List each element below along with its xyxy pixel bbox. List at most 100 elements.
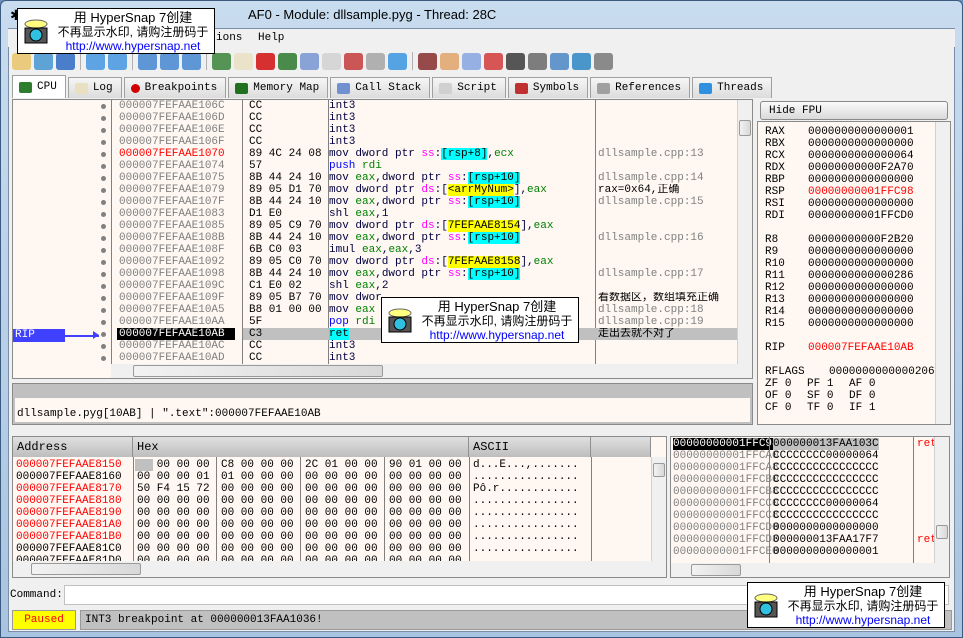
calculator-icon[interactable] — [550, 52, 569, 70]
dump-row[interactable]: 000007FEFAAE81A0 00 00 00 00 00 00 00 00 00… — [13, 519, 738, 531]
disasm-horizontal-scrollbar[interactable] — [111, 364, 752, 378]
register-rflags[interactable]: RFLAGS 0000000000000206 — [765, 366, 935, 378]
menu-help[interactable]: Help — [258, 32, 284, 44]
register-rdx[interactable]: RDX 00000000000F2A70 — [765, 162, 914, 174]
dump-horizontal-scrollbar[interactable] — [13, 561, 666, 577]
register-value[interactable]: 0000000000000000 — [808, 174, 914, 186]
breakpoint-dot-icon[interactable] — [101, 164, 106, 169]
stack-view[interactable]: 00000000001FFC98 000000013FAA103C ret 00000… — [670, 436, 950, 578]
registers-view[interactable]: RAX 0000000000000001 RBX 0000000000000000 RC… — [757, 121, 951, 425]
disasm-row[interactable]: 000007FEFAAE10AC CC int3 — [13, 340, 738, 352]
breakpoint-dot-icon[interactable] — [101, 176, 106, 181]
disasm-row[interactable]: 000007FEFAAE109C C1 E0 02 shl eax,2 — [13, 280, 738, 292]
symbols-icon[interactable] — [344, 52, 363, 70]
disasm-row[interactable]: 000007FEFAAE1085 89 05 C9 70 mov dword ptr… — [13, 220, 738, 232]
disasm-row[interactable]: 000007FEFAAE1074 57 push rdi — [13, 160, 738, 172]
register-value[interactable]: 0000000000000000 — [808, 258, 914, 270]
run-icon[interactable] — [86, 52, 105, 70]
labels-icon[interactable] — [484, 52, 503, 70]
register-value[interactable]: 0000000000000000 — [808, 294, 914, 306]
open-icon[interactable] — [12, 52, 31, 70]
dump-row[interactable]: 000007FEFAAE8190 00 00 00 00 00 00 00 00 00… — [13, 507, 738, 519]
flag-pf[interactable]: PF 1 — [807, 378, 833, 390]
breakpoint-dot-icon[interactable] — [101, 104, 106, 109]
stack-row[interactable]: 00000000001FFCA8 CCCCCCCCCCCCCCCC — [671, 462, 963, 474]
tab-cpu[interactable]: CPU — [12, 75, 66, 98]
stack-row[interactable]: 00000000001FFCB0 CCCCCCCCCCCCCCCC — [671, 474, 963, 486]
step-into-icon[interactable] — [138, 52, 157, 70]
restart-icon[interactable] — [34, 52, 53, 70]
tab-symbols[interactable]: Symbols — [507, 77, 589, 98]
stack-row[interactable]: 00000000001FFCA0 CCCCCCCC00000064 — [671, 450, 963, 462]
register-value[interactable]: 0000000000000000 — [808, 282, 914, 294]
call-stack-icon[interactable] — [300, 52, 319, 70]
globe-icon[interactable] — [572, 52, 591, 70]
disasm-vertical-scrollbar[interactable] — [737, 100, 752, 364]
flag-df[interactable]: DF 0 — [849, 390, 875, 402]
dump-vertical-scrollbar[interactable] — [651, 457, 666, 561]
register-r14[interactable]: R14 0000000000000000 — [765, 306, 914, 318]
stack-row[interactable]: 00000000001FFCC8 CCCCCCCCCCCCCCCC — [671, 510, 963, 522]
pause-icon[interactable] — [108, 52, 127, 70]
flag-af[interactable]: AF 0 — [849, 378, 875, 390]
register-r15[interactable]: R15 0000000000000000 — [765, 318, 914, 330]
register-rip[interactable]: RIP 000007FEFAAE10AB — [765, 342, 914, 354]
register-rsi[interactable]: RSI 0000000000000000 — [765, 198, 914, 210]
flag-of[interactable]: OF 0 — [765, 390, 791, 402]
stack-row[interactable]: 00000000001FFCD8 000000013FAA17F7 ret — [671, 534, 963, 546]
breakpoint-dot-icon[interactable] — [101, 284, 106, 289]
strings-icon[interactable] — [528, 52, 547, 70]
breakpoint-dot-icon[interactable] — [101, 320, 106, 325]
disasm-row[interactable]: 000007FEFAAE1070 89 4C 24 08 mov dword ptr… — [13, 148, 738, 160]
breakpoint-dot-icon[interactable] — [101, 152, 106, 157]
register-rbp[interactable]: RBP 0000000000000000 — [765, 174, 914, 186]
register-r11[interactable]: R11 0000000000000286 — [765, 270, 914, 282]
flag-tf[interactable]: TF 0 — [807, 402, 833, 414]
breakpoint-dot-icon[interactable] — [101, 200, 106, 205]
register-value[interactable]: 000007FEFAAE10AB — [808, 342, 914, 354]
register-r9[interactable]: R9 0000000000000000 — [765, 246, 914, 258]
menu-options[interactable]: ions — [216, 32, 242, 44]
stack-row[interactable]: 00000000001FFCE0 0000000000000001 — [671, 546, 963, 558]
flag-zf[interactable]: ZF 0 — [765, 378, 791, 390]
functions-icon[interactable] — [506, 52, 525, 70]
disasm-row[interactable]: 000007FEFAAE1079 89 05 D1 70 mov dword ptr… — [13, 184, 738, 196]
breakpoint-dot-icon[interactable] — [101, 212, 106, 217]
column-header-address[interactable]: Address — [13, 437, 133, 457]
disasm-row[interactable]: 000007FEFAAE1083 D1 E0 shl eax,1 — [13, 208, 738, 220]
register-value[interactable]: 0000000000000064 — [808, 150, 914, 162]
register-r10[interactable]: R10 0000000000000000 — [765, 258, 914, 270]
disasm-row[interactable]: 000007FEFAAE10AA 5F pop rdi dllsample.cpp:1… — [13, 316, 738, 328]
disasm-row[interactable]: 000007FEFAAE106F CC int3 — [13, 136, 738, 148]
stack-row[interactable]: 00000000001FFC98 000000013FAA103C ret — [671, 438, 963, 450]
breakpoint-dot-icon[interactable] — [101, 236, 106, 241]
disasm-row[interactable]: 000007FEFAAE109F 89 05 B7 70 mov dwor 看数据区，… — [13, 292, 738, 304]
register-value[interactable]: 00000000000F2A70 — [808, 162, 914, 174]
patch-icon[interactable] — [440, 52, 459, 70]
disasm-row[interactable]: 000007FEFAAE1092 89 05 C0 70 mov dword ptr… — [13, 256, 738, 268]
flag-cf[interactable]: CF 0 — [765, 402, 791, 414]
breakpoint-dot-icon[interactable] — [101, 188, 106, 193]
references-icon[interactable] — [366, 52, 385, 70]
disasm-row[interactable]: 000007FEFAAE10AB C3 ret 走出去就不对了 — [13, 328, 738, 340]
stack-row[interactable]: 00000000001FFCD0 0000000000000000 — [671, 522, 963, 534]
disasm-row[interactable]: 000007FEFAAE107F 8B 44 24 10 mov eax,dword… — [13, 196, 738, 208]
disasm-row[interactable]: 000007FEFAAE10AD CC int3 — [13, 352, 738, 364]
register-value[interactable]: 00000000000F2B20 — [808, 234, 914, 246]
stack-vertical-scrollbar[interactable] — [934, 437, 949, 563]
register-rsp[interactable]: RSP 00000000001FFC98 — [765, 186, 914, 198]
breakpoint-dot-icon[interactable] — [101, 224, 106, 229]
hide-fpu-button[interactable]: Hide FPU — [760, 101, 948, 120]
column-header-hex[interactable]: Hex — [133, 437, 469, 457]
flag-sf[interactable]: SF 0 — [807, 390, 833, 402]
disasm-row[interactable]: 000007FEFAAE106E CC int3 — [13, 124, 738, 136]
register-rax[interactable]: RAX 0000000000000001 — [765, 126, 914, 138]
breakpoint-dot-icon[interactable] — [101, 260, 106, 265]
disasm-row[interactable]: 000007FEFAAE106C CC int3 — [13, 100, 738, 112]
register-value[interactable]: 0000000000000000 — [808, 246, 914, 258]
breakpoint-dot-icon[interactable] — [101, 248, 106, 253]
tab-log[interactable]: Log — [67, 77, 122, 98]
breakpoint-dot-icon[interactable] — [101, 116, 106, 121]
dump-row[interactable]: 000007FEFAAE8180 00 00 00 00 00 00 00 00 00… — [13, 495, 738, 507]
register-rdi[interactable]: RDI 00000000001FFCD0 — [765, 210, 914, 222]
